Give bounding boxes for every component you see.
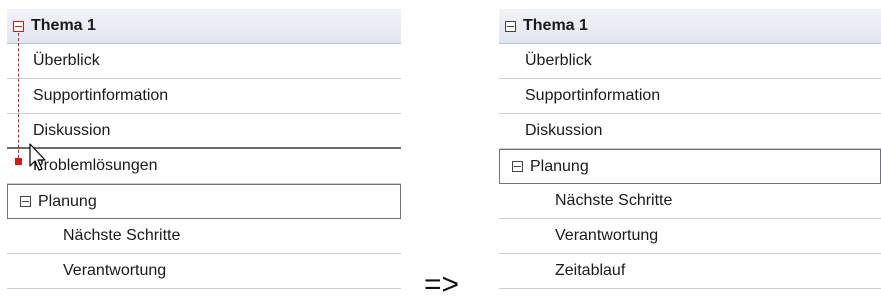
collapse-icon[interactable] [13,20,24,32]
outline-tree-after: Thema 1 Überblick Supportinformation Dis… [499,9,881,298]
tree-item-label: Nächste Schritte [555,192,673,209]
tree-item-verantwortung[interactable]: Verantwortung [7,254,401,289]
collapse-icon[interactable] [505,20,516,32]
tree-item-label: Verantwortung [63,262,167,279]
tree-item-planung[interactable]: Planung [7,184,401,219]
tree-item-planung[interactable]: Planung [499,149,881,184]
tree-item-diskussion[interactable]: Diskussion [7,114,401,149]
tree-item-label: Problemlösungen [33,157,158,174]
drag-connector-line [18,33,19,163]
drop-target-marker [15,158,22,165]
tree-item-ueberblick[interactable]: Überblick [7,44,401,79]
collapse-icon[interactable] [20,196,31,207]
tree-item-label: Diskussion [33,121,111,139]
tree-item-thema-1[interactable]: Thema 1 [7,9,401,44]
tree-item-label: Planung [530,157,589,175]
tree-item-label: Thema 1 [523,17,588,34]
tree-item-label: Thema 1 [31,17,96,34]
tree-item-label: Nächste Schritte [63,227,181,244]
tree-item-problemloesungen[interactable]: Problemlösungen [7,149,401,184]
tree-item-ueberblick[interactable]: Überblick [499,44,881,79]
tree-item-supportinformation[interactable]: Supportinformation [499,79,881,114]
collapse-icon[interactable] [512,161,523,172]
outline-tree-before: Thema 1 Überblick Supportinformation Dis… [7,9,401,298]
tree-item-naechste-schritte[interactable]: Nächste Schritte [7,219,401,254]
mouse-pointer-icon [29,143,46,171]
tree-item-verantwortung[interactable]: Verantwortung [499,219,881,254]
tree-item-label: Überblick [33,52,100,69]
tree-item-diskussion[interactable]: Diskussion [499,114,881,149]
transition-arrow: => [424,268,460,301]
tree-item-zeitablauf[interactable]: Zeitablauf [499,254,881,289]
tree-item-label: Supportinformation [33,87,169,104]
tree-item-label: Überblick [525,52,592,69]
tree-item-label: Planung [38,192,97,210]
tree-item-thema-1[interactable]: Thema 1 [499,9,881,44]
tree-item-label: Zeitablauf [555,262,626,279]
tree-item-label: Supportinformation [525,87,661,104]
tree-item-label: Diskussion [525,122,603,139]
tree-item-label: Verantwortung [555,227,659,244]
tree-item-supportinformation[interactable]: Supportinformation [7,79,401,114]
tree-item-naechste-schritte[interactable]: Nächste Schritte [499,184,881,219]
